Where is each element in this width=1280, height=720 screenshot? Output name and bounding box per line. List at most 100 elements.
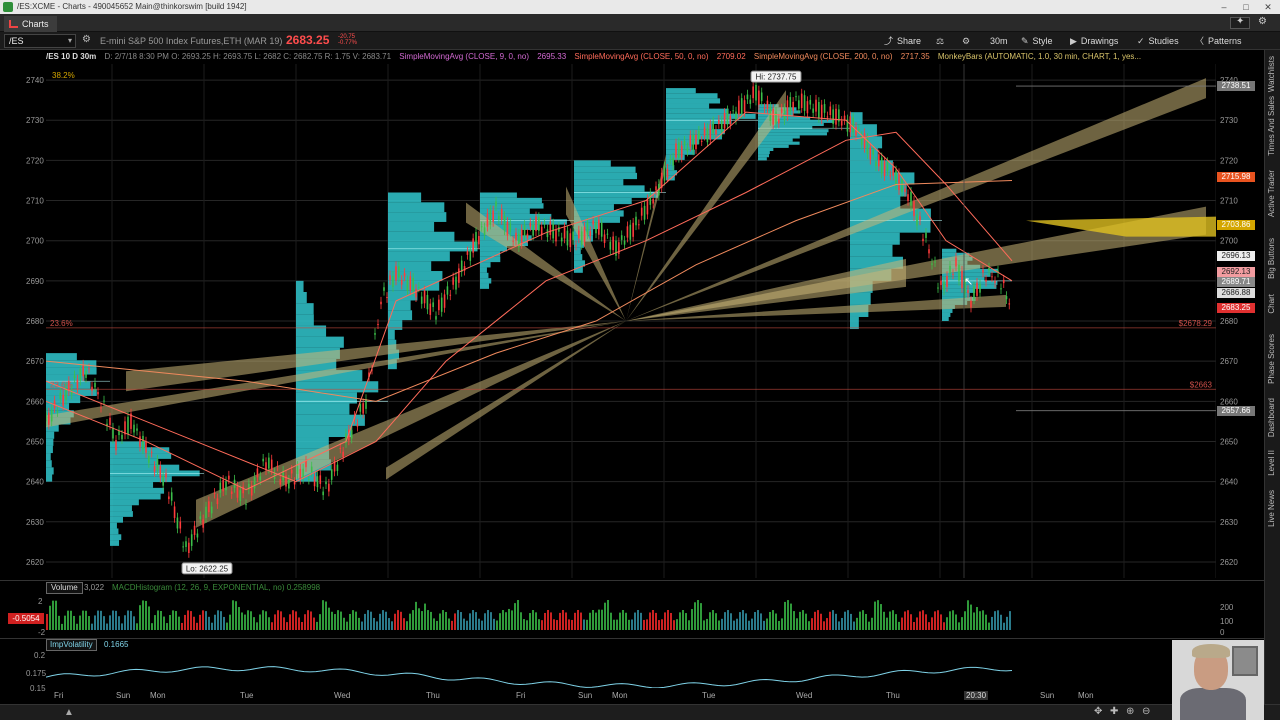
close-button[interactable]: ✕ [1260,1,1276,13]
symbol-input[interactable]: /ES ▾ [4,34,76,48]
sma50-legend[interactable]: SimpleMovingAvg (CLOSE, 50, 0, no) [574,52,708,61]
candle-body [680,145,683,158]
volume-bar [895,614,897,630]
studies-button[interactable]: ✓ Studies [1137,34,1179,48]
right-price-axis[interactable]: 2740273027202710270026902680267026602650… [1216,64,1264,578]
candle-body [580,231,583,245]
candle-body [325,481,327,485]
candle-body [127,416,129,435]
macd-legend[interactable]: MACDHistogram (12, 26, 9, EXPONENTIAL, n… [112,583,320,592]
tab-charts[interactable]: Charts [4,16,57,32]
chart-settings-button[interactable]: ⚙ [962,34,974,48]
collapse-icon[interactable]: ▲ [64,707,74,718]
volume-label[interactable]: Volume [46,582,83,594]
volume-bar [319,614,321,630]
price-flag: 2657.66 [1217,405,1255,416]
webcam-overlay [1172,640,1264,720]
profile-bar [296,291,307,304]
sidebar-item-big-buttons[interactable]: Big Buttons [1267,238,1276,279]
candle-body [188,542,190,553]
symbol-settings-icon[interactable]: ⚙ [82,34,91,45]
volume-bar [883,611,885,630]
volume-bar [700,603,702,630]
candle-body [792,101,794,111]
settings-icon[interactable]: ⚙ [1258,16,1267,27]
volume-bar [601,609,603,630]
candle-body [572,231,574,240]
chart-period[interactable]: /ES 10 D 30m [46,52,96,61]
sidebar-item-level-ii[interactable]: Level II [1267,450,1276,476]
candle-body [290,469,293,474]
candle-body [758,90,760,105]
candle-body [820,104,823,120]
candle-body [205,506,207,519]
zoom-fit-icon[interactable]: ✚ [1110,706,1118,717]
flask-button[interactable]: ⚖ [936,34,948,48]
chevron-down-icon[interactable]: ▾ [68,35,72,47]
candle-body [133,424,135,433]
volume-bar [928,622,930,630]
thinkorswim-logo-icon [3,2,13,12]
volume-bar [283,617,285,630]
zoom-in-icon[interactable]: ⊕ [1126,706,1134,717]
sidebar-item-chart[interactable]: Chart [1267,294,1276,314]
maximize-button[interactable]: □ [1238,1,1254,13]
volume-bar [55,600,57,630]
candle-body [720,120,723,133]
volume-bar [424,603,426,630]
monkeybars-legend[interactable]: MonkeyBars (AUTOMATIC, 1.0, 30 min, CHAR… [938,52,1141,61]
volume-bar [421,611,423,630]
sidebar-item-dashboard[interactable]: Dashboard [1267,398,1276,437]
candle-body [723,112,726,129]
profile-bar [296,403,350,415]
candle-body [549,221,552,235]
candle-body [889,175,892,177]
time-axis[interactable]: Fri Sun Mon Tue Wed Thu Fri Sun Mon Tue Wed Thu Sun M… [46,690,1216,704]
iv-axis-0.2: 0.2 [34,651,46,660]
timeframe-button[interactable]: 30m [990,34,1008,48]
profile-bar [666,108,729,114]
impvolatility-label[interactable]: ImpVolatility [46,639,97,651]
volume-bar [754,612,756,630]
flask-icon: ⚖ [936,36,945,46]
volume-bar [346,621,348,630]
candle-body [475,232,477,246]
candle-body [698,130,700,140]
pin-icon[interactable]: ✦ [1236,16,1244,27]
volume-bar [430,611,432,630]
minimize-button[interactable]: – [1216,1,1232,13]
profile-bar [850,244,893,257]
drawings-button[interactable]: ▶ Drawings [1070,34,1118,48]
candle-body [170,492,173,501]
candle-body [689,135,692,147]
candle-body [176,517,179,529]
style-button[interactable]: ✎ Style [1021,34,1053,48]
sidebar-item-times-and-sales[interactable]: Times And Sales [1267,96,1276,156]
candle-body [649,192,652,205]
symbol-value: /ES [9,36,24,46]
profile-bar [46,453,51,461]
sidebar-item-watchlists[interactable]: Watchlists [1267,56,1276,92]
patterns-button[interactable]: 〈 Patterns [1195,34,1242,48]
price-flag: 2683.25 [1217,302,1255,313]
volume-value: 3,022 [84,583,105,592]
candle-body [755,84,757,101]
sma200-legend[interactable]: SimpleMovingAvg (CLOSE, 200, 0, no) [754,52,893,61]
candle-body [798,100,800,109]
volume-bar [976,607,978,630]
share-button[interactable]: ⤴ Share [884,34,921,48]
sma9-legend[interactable]: SimpleMovingAvg (CLOSE, 9, 0, no) [399,52,529,61]
profile-bar [296,303,314,315]
volume-bar [229,614,231,630]
candle-body [595,222,597,234]
volume-bar [823,621,825,630]
pan-icon[interactable]: ✥ [1094,706,1102,717]
sidebar-item-active-trader[interactable]: Active Trader [1267,170,1276,217]
volume-bar [184,614,186,630]
sidebar-item-live-news[interactable]: Live News [1267,490,1276,527]
sidebar-item-phase-scores[interactable]: Phase Scores [1267,334,1276,384]
price-chart[interactable]: $2678.2923.6%$266323.6%$2744.69Hi: 2737.… [46,64,1216,578]
price-tick-label: 2620 [1220,558,1238,567]
zoom-out-icon[interactable]: ⊖ [1142,706,1150,717]
volume-bar [688,620,690,630]
